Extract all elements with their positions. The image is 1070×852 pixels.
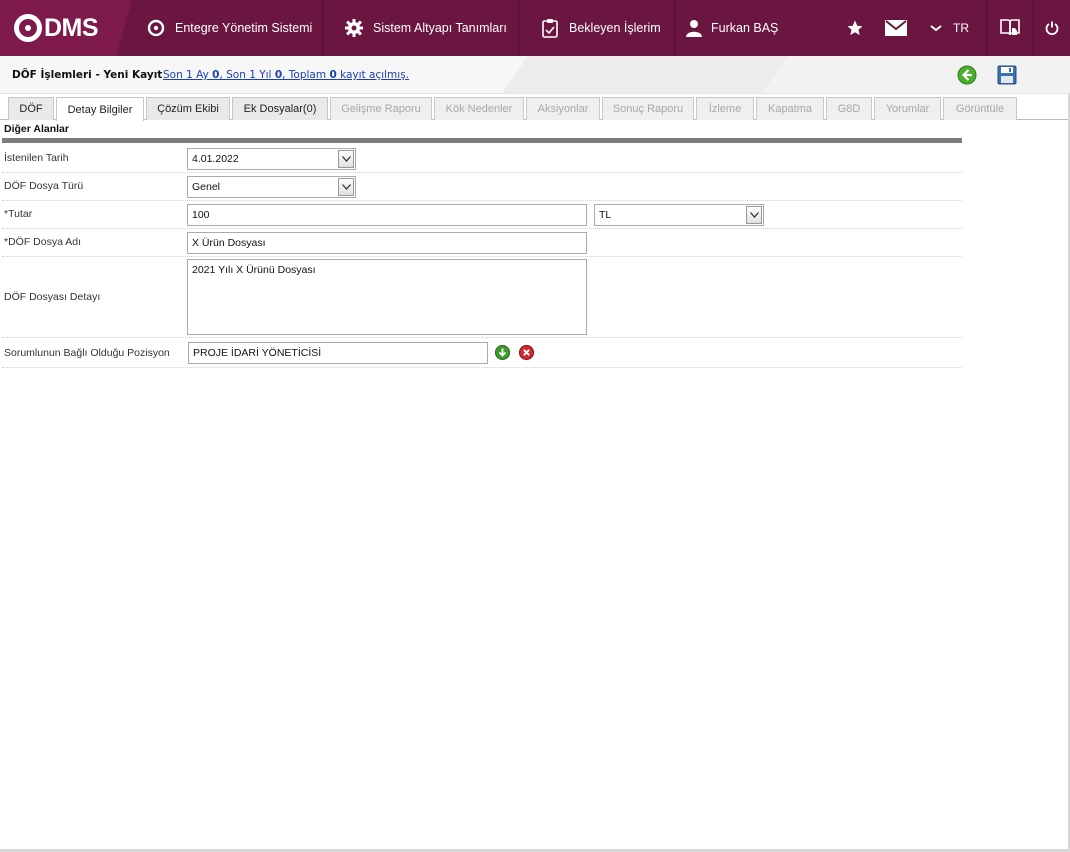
tab-comments[interactable]: Yorumlar [874,97,941,120]
file-detail-textarea[interactable]: 2021 Yılı X Ürünü Dosyası [187,259,587,335]
tab-actions[interactable]: Aksiyonlar [526,97,600,120]
field-label: *DÖF Dosya Adı [4,236,82,248]
summary-text: Son 1 Ay [163,69,213,81]
user-name: Furkan BAŞ [711,21,779,35]
page-title: DÖF İşlemleri - Yeni Kayıt [12,69,163,81]
requested-date-value: 4.01.2022 [192,153,239,165]
file-type-select[interactable]: Genel [187,176,356,198]
field-label: DÖF Dosyası Detayı [4,291,101,303]
tab-solution-team[interactable]: Çözüm Ekibi [146,97,230,120]
chevron-down-icon[interactable] [338,178,354,196]
chevron-down-icon[interactable] [746,206,762,224]
tab-bar: DÖF Detay Bilgiler Çözüm Ekibi Ek Dosyal… [0,94,1070,121]
position-input[interactable]: PROJE İDARİ YÖNETİCİSİ [188,342,488,364]
save-button[interactable] [996,64,1018,86]
nav-item-system-infrastructure[interactable]: Sistem Altyapı Tanımları [344,0,507,56]
logo-text: DMS [44,13,99,42]
download-arrow-icon [495,345,510,360]
field-label: Sorumlunun Bağlı Olduğu Pozisyon [4,347,170,359]
summary-total-count: 0 [329,69,337,81]
section-divider [2,138,962,143]
record-summary-link[interactable]: Son 1 Ay 0, Son 1 Yıl 0, Toplam 0 kayıt … [163,69,409,81]
summary-text: kayıt açılmış. [336,69,409,81]
nav-item-label: Bekleyen İşlerim [569,21,661,35]
tab-detail-info[interactable]: Detay Bilgiler [56,97,144,121]
close-icon [519,345,534,360]
tab-progress-report[interactable]: Gelişme Raporu [330,97,432,120]
nav-item-label: Entegre Yönetim Sistemi [175,21,313,35]
gear-icon [344,18,364,38]
mail-icon[interactable] [884,0,908,56]
top-navigation-bar: DMS Entegre Yönetim Sistemi Sistem Altya… [0,0,1070,56]
currency-select[interactable]: TL [594,204,764,226]
nav-item-label: Sistem Altyapı Tanımları [373,21,507,35]
select-position-button[interactable] [495,345,510,360]
nav-separator [322,0,323,56]
language-selector[interactable]: TR [950,0,972,56]
amount-input[interactable]: 100 [187,204,587,226]
tab-dof[interactable]: DÖF [8,97,54,120]
form-row-requested-date: İstenilen Tarih [2,144,962,173]
qdms-logo[interactable]: DMS [0,0,132,56]
star-icon[interactable] [843,0,867,56]
field-label: İstenilen Tarih [4,152,69,164]
form-row-file-type: DÖF Dosya Türü [2,173,962,201]
tab-closing[interactable]: Kapatma [756,97,824,120]
book-help-icon[interactable] [996,0,1024,56]
tab-view[interactable]: Görüntüle [943,97,1017,120]
summary-text: , Toplam [282,69,330,81]
nav-separator [986,0,987,56]
field-label: *Tutar [4,208,33,220]
tab-monitoring[interactable]: İzleme [696,97,754,120]
back-arrow-icon [957,65,977,85]
section-title: Diğer Alanlar [4,123,69,135]
requested-date-select[interactable]: 4.01.2022 [187,148,356,170]
tab-g8d[interactable]: G8D [826,97,872,120]
field-label: DÖF Dosya Türü [4,180,84,192]
qdms-logo-mark [14,14,42,42]
tab-attachments[interactable]: Ek Dosyalar(0) [232,97,328,120]
qdms-circle-icon [146,18,166,38]
summary-text: , Son 1 Yıl [219,69,275,81]
user-icon [684,18,704,38]
power-icon[interactable] [1041,0,1063,56]
nav-item-integrated-management[interactable]: Entegre Yönetim Sistemi [146,0,312,56]
tab-root-causes[interactable]: Kök Nedenler [434,97,524,120]
clipboard-check-icon [540,18,560,38]
chevron-down-icon[interactable] [928,0,944,56]
nav-separator [518,0,519,56]
nav-separator [674,0,675,56]
page-header: DÖF İşlemleri - Yeni Kayıt Son 1 Ay 0 , S… [0,56,1070,94]
nav-item-pending-tasks[interactable]: Bekleyen İşlerim [540,0,661,56]
chevron-down-icon[interactable] [338,150,354,168]
back-button[interactable] [956,64,978,86]
clear-position-button[interactable] [519,345,534,360]
currency-value: TL [599,209,612,221]
floppy-disk-icon [997,65,1017,85]
file-type-value: Genel [192,181,221,193]
file-name-input[interactable]: X Ürün Dosyası [187,232,587,254]
nav-separator [1033,0,1034,56]
nav-item-user-profile[interactable]: Furkan BAŞ [684,0,778,56]
tab-result-report[interactable]: Sonuç Raporu [602,97,694,120]
